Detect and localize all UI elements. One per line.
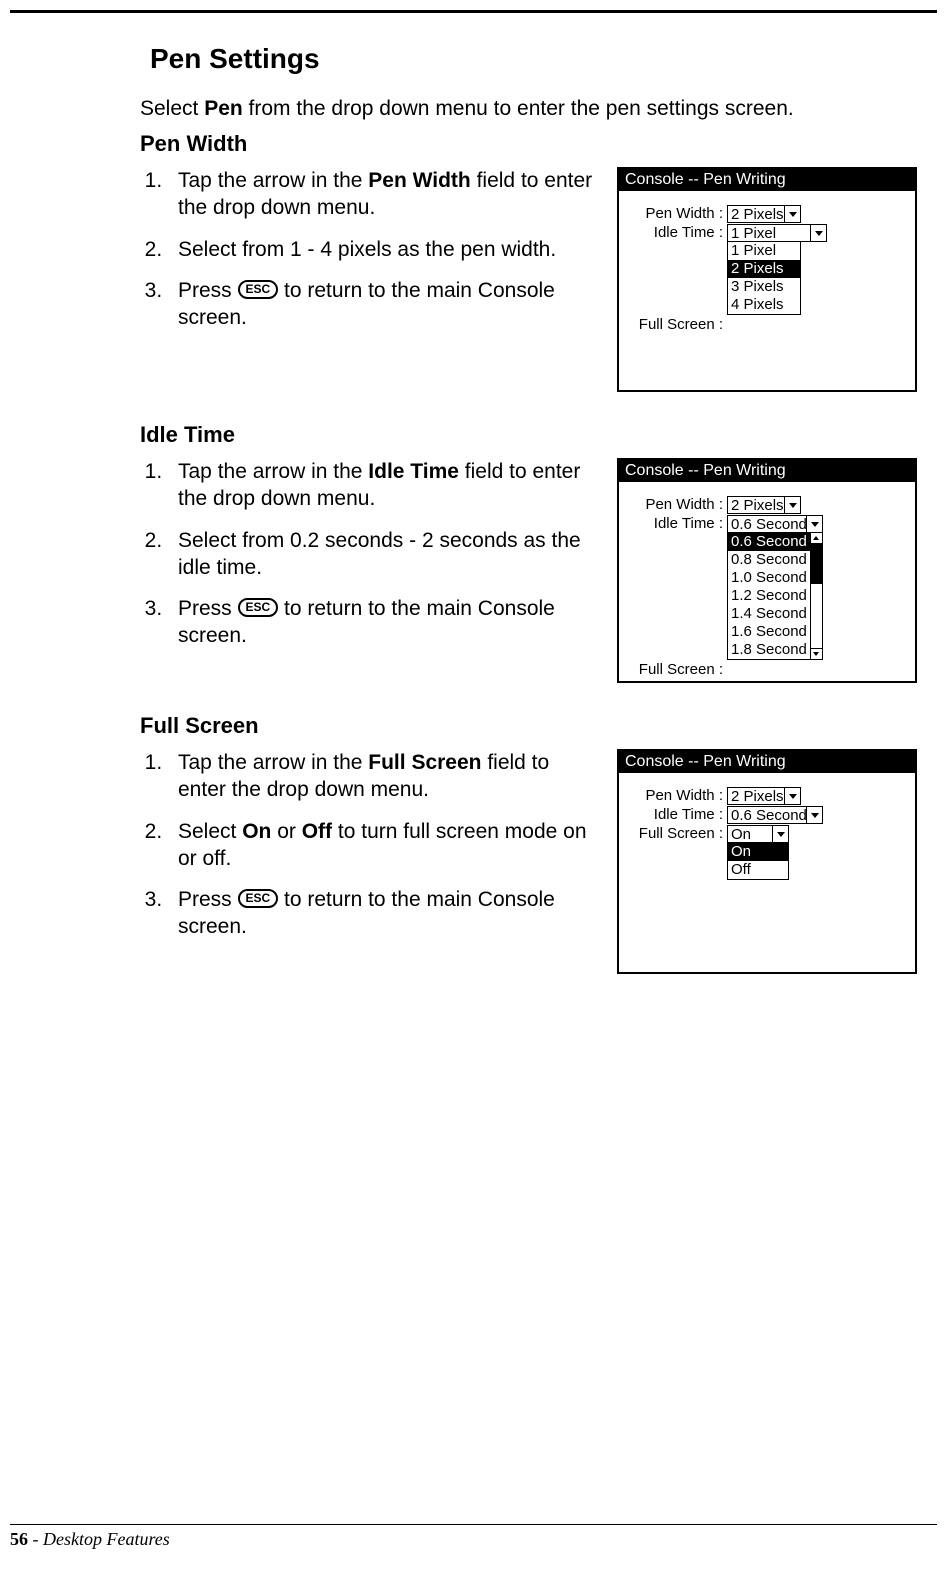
full-screen-combo[interactable]: On — [727, 825, 789, 843]
chevron-down-icon[interactable] — [807, 806, 823, 824]
pen-width-value: 2 Pixels — [727, 496, 785, 514]
console-figure-idle-time: Console -- Pen Writing Pen Width : 2 Pix… — [617, 458, 917, 683]
list-item: Select from 1 - 4 pixels as the pen widt… — [168, 236, 599, 263]
list-item[interactable]: 1.6 Second — [728, 623, 810, 641]
list-item: Select On or Off to turn full screen mod… — [168, 818, 599, 873]
idle-time-value: 1 Pixel — [727, 224, 811, 242]
heading-idle-time: Idle Time — [140, 422, 917, 448]
idle-time-value: 0.6 Second — [727, 515, 807, 533]
label-full-screen: Full Screen : — [629, 661, 727, 678]
list-item[interactable]: 1 Pixel — [728, 242, 800, 260]
steps-full-screen: Tap the arrow in the Full Screen field t… — [140, 749, 599, 941]
scroll-up-icon[interactable] — [811, 533, 822, 544]
full-screen-value: On — [727, 825, 773, 843]
list-item[interactable]: 3 Pixels — [728, 278, 800, 296]
chevron-down-icon[interactable] — [773, 825, 789, 843]
list-item: Press ESC to return to the main Console … — [168, 886, 599, 941]
list-item[interactable]: On — [728, 843, 788, 861]
intro-paragraph: Select Pen from the drop down menu to en… — [140, 97, 917, 121]
label-full-screen: Full Screen : — [629, 316, 727, 333]
list-item[interactable]: 1.8 Second — [728, 641, 810, 659]
label-pen-width: Pen Width : — [629, 496, 727, 513]
list-item: Tap the arrow in the Full Screen field t… — [168, 749, 599, 804]
console-title: Console -- Pen Writing — [619, 751, 915, 773]
label-idle-time: Idle Time : — [629, 806, 727, 823]
idle-time-combo[interactable]: 1 Pixel — [727, 224, 827, 242]
esc-key-icon: ESC — [238, 280, 279, 299]
label-idle-time: Idle Time : — [629, 224, 727, 241]
pen-width-combo[interactable]: 2 Pixels — [727, 787, 801, 805]
heading-pen-width: Pen Width — [140, 131, 917, 157]
footer-section: Desktop Features — [43, 1529, 170, 1549]
pen-width-combo[interactable]: 2 Pixels — [727, 496, 801, 514]
console-figure-pen-width: Console -- Pen Writing Pen Width : 2 Pix… — [617, 167, 917, 392]
chevron-down-icon[interactable] — [785, 205, 801, 223]
page-number: 56 — [10, 1529, 28, 1549]
esc-key-icon: ESC — [238, 598, 279, 617]
pen-width-combo[interactable]: 2 Pixels — [727, 205, 801, 223]
list-item: Select from 0.2 seconds - 2 seconds as t… — [168, 527, 599, 582]
console-title: Console -- Pen Writing — [619, 169, 915, 191]
label-idle-time: Idle Time : — [629, 515, 727, 532]
idle-time-combo[interactable]: 0.6 Second — [727, 806, 823, 824]
top-rule — [10, 10, 937, 13]
scroll-down-icon[interactable] — [811, 648, 822, 659]
intro-text-post: from the drop down menu to enter the pen… — [243, 97, 794, 120]
list-item[interactable]: 1.4 Second — [728, 605, 810, 623]
list-item: Press ESC to return to the main Console … — [168, 277, 599, 332]
label-pen-width: Pen Width : — [629, 205, 727, 222]
list-item[interactable]: 2 Pixels — [728, 260, 800, 278]
scroll-thumb[interactable] — [811, 544, 822, 584]
full-screen-dropdown[interactable]: On Off — [727, 843, 789, 880]
chevron-down-icon[interactable] — [811, 224, 827, 242]
list-item[interactable]: 0.6 Second — [728, 533, 810, 551]
idle-time-dropdown[interactable]: 0.6 Second 0.8 Second 1.0 Second 1.2 Sec… — [727, 533, 823, 660]
heading-full-screen: Full Screen — [140, 713, 917, 739]
chevron-down-icon[interactable] — [785, 787, 801, 805]
chevron-down-icon[interactable] — [785, 496, 801, 514]
pen-width-value: 2 Pixels — [727, 787, 785, 805]
pen-width-value: 2 Pixels — [727, 205, 785, 223]
intro-text-pre: Select — [140, 97, 204, 120]
steps-pen-width: Tap the arrow in the Pen Width field to … — [140, 167, 599, 331]
steps-idle-time: Tap the arrow in the Idle Time field to … — [140, 458, 599, 650]
label-pen-width: Pen Width : — [629, 787, 727, 804]
scrollbar[interactable] — [810, 533, 822, 659]
page-title: Pen Settings — [150, 43, 917, 75]
idle-time-value: 0.6 Second — [727, 806, 807, 824]
list-item[interactable]: Off — [728, 861, 788, 879]
list-item[interactable]: 1.2 Second — [728, 587, 810, 605]
footer-sep: - — [28, 1529, 43, 1549]
label-full-screen: Full Screen : — [629, 825, 727, 842]
chevron-down-icon[interactable] — [807, 515, 823, 533]
intro-text-bold: Pen — [204, 97, 243, 120]
console-title: Console -- Pen Writing — [619, 460, 915, 482]
list-item: Press ESC to return to the main Console … — [168, 595, 599, 650]
console-figure-full-screen: Console -- Pen Writing Pen Width : 2 Pix… — [617, 749, 917, 974]
esc-key-icon: ESC — [238, 889, 279, 908]
list-item[interactable]: 1.0 Second — [728, 569, 810, 587]
list-item: Tap the arrow in the Pen Width field to … — [168, 167, 599, 222]
idle-time-combo[interactable]: 0.6 Second — [727, 515, 823, 533]
pen-width-dropdown[interactable]: 1 Pixel 2 Pixels 3 Pixels 4 Pixels — [727, 242, 801, 315]
list-item[interactable]: 0.8 Second — [728, 551, 810, 569]
list-item[interactable]: 4 Pixels — [728, 296, 800, 314]
list-item: Tap the arrow in the Idle Time field to … — [168, 458, 599, 513]
page-footer: 56 - Desktop Features — [10, 1524, 937, 1550]
